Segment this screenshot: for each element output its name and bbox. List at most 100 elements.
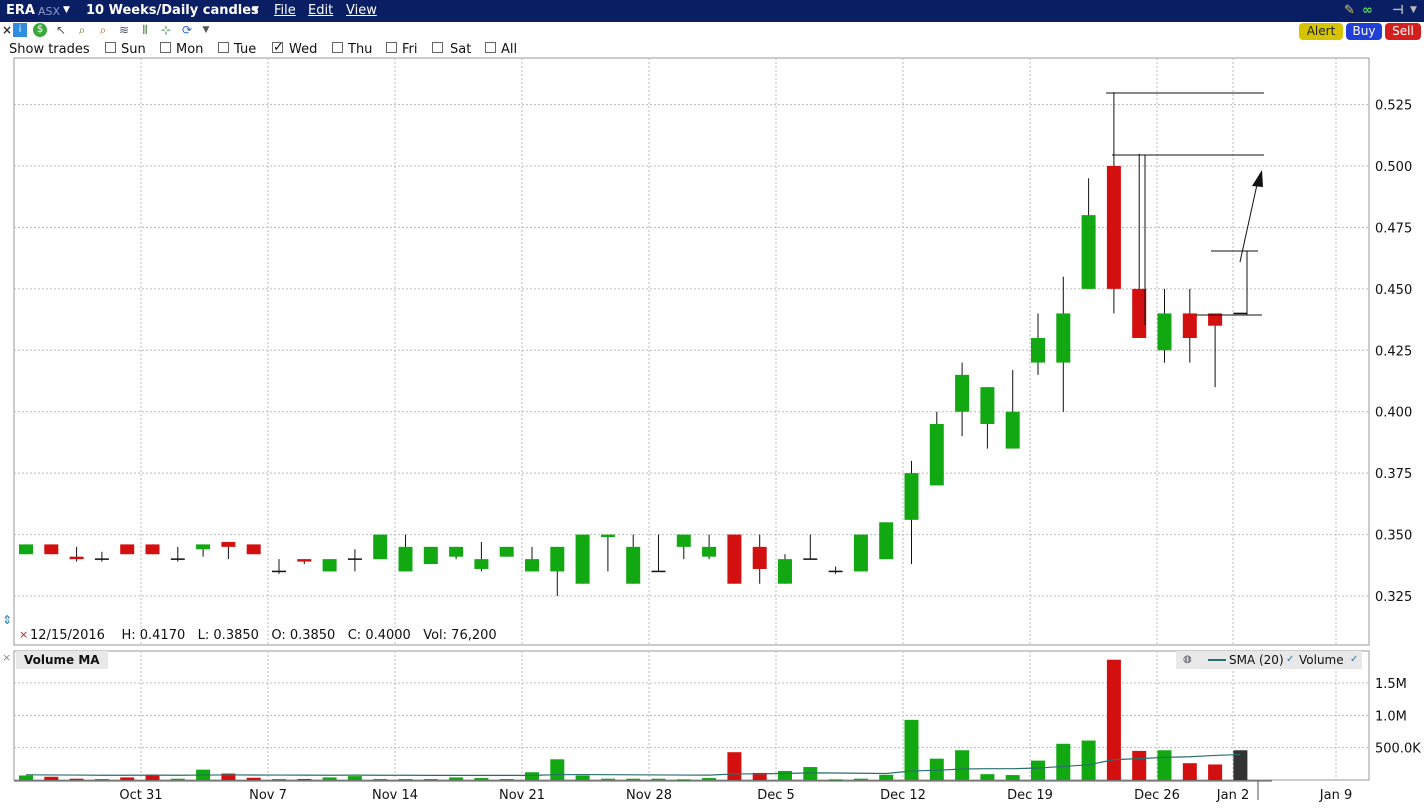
volume-bar	[1208, 764, 1223, 780]
volume-tick-label: 1.0M	[1375, 709, 1407, 724]
volume-bar	[474, 778, 489, 780]
volume-panel-title: Volume MA	[16, 651, 108, 669]
volume-bar	[1132, 750, 1147, 780]
candle-body	[196, 544, 211, 550]
volume-bar	[980, 774, 995, 780]
x-tick-label: Nov 21	[499, 788, 545, 803]
volume-bar	[575, 775, 590, 780]
x-tick-label: Dec 26	[1134, 788, 1180, 803]
volume-bar	[702, 778, 717, 780]
price-chart[interactable]: 0.525 0.500 0.475 0.450 0.425 0.400 0.375 0.350…	[0, 0, 1424, 809]
x-tick-label: Dec 5	[757, 788, 795, 803]
volume-bar	[398, 779, 413, 781]
candle-body	[373, 534, 388, 560]
volume-bar	[272, 779, 286, 781]
info-date: 12/15/2016	[30, 628, 105, 643]
volume-bar	[69, 778, 84, 780]
volume-bar	[828, 779, 843, 781]
x-tick-label: Dec 19	[1007, 788, 1053, 803]
x-tick-label: Nov 28	[626, 788, 672, 803]
price-tick-label: 0.350	[1375, 529, 1412, 544]
candle-body	[525, 559, 539, 572]
candle-body	[626, 546, 641, 584]
volume-bar	[373, 779, 388, 781]
volume-check-icon[interactable]: ✓	[1350, 651, 1358, 669]
volume-tick-label: 500.0K	[1375, 742, 1421, 757]
price-tick-label: 0.325	[1375, 590, 1412, 605]
candle-body	[398, 546, 413, 572]
volume-bar	[1031, 760, 1045, 780]
candle-body	[929, 424, 944, 486]
trend-arrow-head	[1252, 170, 1263, 187]
volume-bar	[19, 775, 33, 780]
candle-body	[575, 534, 590, 584]
volume-bar	[322, 777, 337, 780]
volume-bar	[423, 779, 438, 781]
candle-body	[449, 546, 464, 557]
candle-body	[1081, 215, 1096, 289]
price-tick-label: 0.450	[1375, 283, 1412, 298]
sma-check-icon[interactable]: ✓	[1286, 651, 1294, 669]
candle-body	[423, 546, 438, 565]
volume-bar	[1106, 659, 1121, 780]
candle-body	[980, 387, 995, 424]
candle-body	[676, 534, 691, 547]
volume-close-icon[interactable]: ×	[2, 651, 11, 664]
price-tick-label: 0.475	[1375, 221, 1412, 236]
sma-line-swatch	[1208, 659, 1226, 661]
volume-bar	[550, 759, 565, 780]
candle-body	[600, 534, 615, 538]
info-close-icon[interactable]: ×	[19, 628, 28, 641]
volume-tick-label: 1.5M	[1375, 677, 1407, 692]
volume-bar	[651, 778, 666, 780]
volume-bar	[120, 777, 135, 780]
price-tick-label: 0.425	[1375, 344, 1412, 359]
candle-body	[145, 544, 160, 555]
candle-body	[955, 374, 970, 412]
volume-bar	[676, 779, 691, 781]
volume-bar	[499, 779, 514, 781]
volume-bar	[94, 779, 109, 781]
candle-body	[69, 556, 84, 560]
legend-sma-label: SMA (20)	[1229, 653, 1284, 667]
info-volume: Vol: 76,200	[423, 628, 497, 643]
candle-body	[297, 559, 312, 562]
info-low: L: 0.3850	[197, 628, 259, 643]
expand-icon[interactable]: ⇕	[2, 613, 12, 627]
trend-arrow-line	[1239, 179, 1259, 263]
volume-bar	[1157, 750, 1172, 780]
candle-body	[474, 559, 489, 569]
volume-legend: ◍ SMA (20) ✓ Volume ✓	[1176, 651, 1362, 669]
legend-settings-icon[interactable]: ◍	[1183, 651, 1192, 669]
volume-bar	[600, 778, 615, 780]
trendline-drawings	[1106, 92, 1264, 325]
candle-body	[1132, 288, 1147, 338]
candle-body	[120, 544, 135, 555]
volume-bar	[297, 779, 312, 781]
volume-bar	[879, 774, 894, 780]
candle-body	[550, 546, 565, 572]
info-open: O: 0.3850	[271, 628, 336, 643]
candle-body	[221, 541, 236, 547]
info-close: C: 0.4000	[347, 628, 411, 643]
candle-body	[879, 522, 894, 560]
candle-body	[904, 473, 919, 520]
volume-bar	[853, 778, 868, 780]
price-tick-label: 0.500	[1375, 160, 1412, 175]
volume-bar	[449, 777, 464, 780]
candle-body	[499, 546, 514, 557]
price-tick-label: 0.525	[1375, 99, 1412, 114]
candle-body	[19, 544, 33, 555]
candle-body	[1031, 338, 1045, 363]
x-tick-label: Jan 9	[1319, 788, 1352, 803]
x-tick-label: Nov 14	[372, 788, 418, 803]
candle-body	[1106, 166, 1121, 289]
x-tick-label: Dec 12	[880, 788, 926, 803]
x-tick-label: Nov 7	[249, 788, 287, 803]
price-tick-label: 0.375	[1375, 467, 1412, 482]
candle-body	[752, 546, 767, 569]
candle-body	[1182, 313, 1197, 338]
volume-bar	[525, 772, 539, 780]
candle-body	[727, 534, 742, 584]
volume-bar	[626, 778, 641, 780]
